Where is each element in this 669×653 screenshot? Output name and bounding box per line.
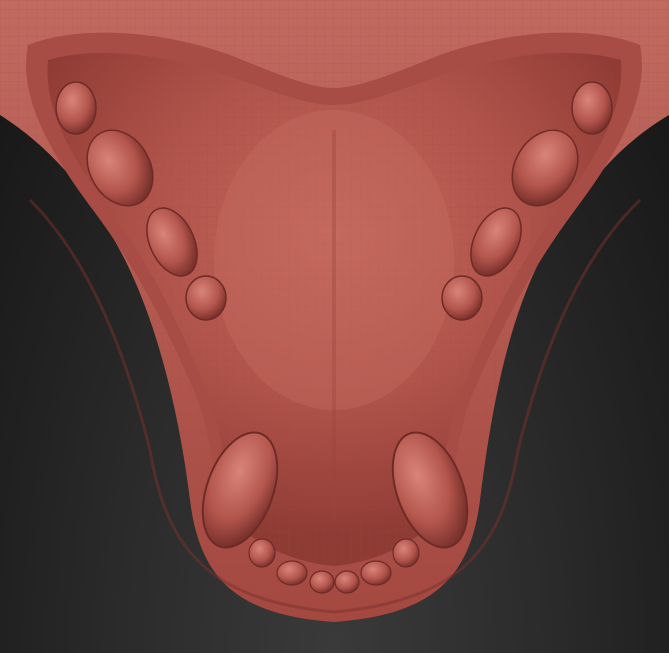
sculpt-model-render <box>0 0 669 622</box>
right-tooth-4 <box>441 275 483 321</box>
left-tooth-4 <box>185 275 227 321</box>
sculpt-viewport[interactable] <box>0 0 669 653</box>
left-tooth-1 <box>55 81 97 135</box>
incisor-5 <box>360 560 392 586</box>
palate-surface <box>47 52 622 566</box>
incisor-4 <box>334 570 360 594</box>
incisor-6 <box>392 538 420 568</box>
incisor-2 <box>276 560 308 586</box>
incisor-3 <box>309 570 335 594</box>
right-tooth-1 <box>571 81 613 135</box>
incisor-1 <box>248 538 276 568</box>
